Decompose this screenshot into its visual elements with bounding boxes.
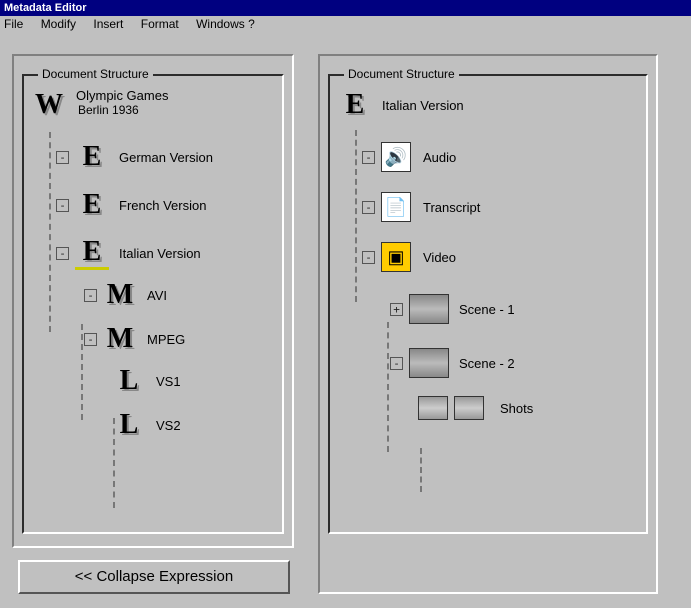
item-label: VS1: [156, 374, 181, 389]
letter-icon-m: M: [103, 322, 137, 356]
toggle-icon[interactable]: -: [390, 357, 403, 370]
left-panel-legend: Document Structure: [38, 67, 153, 81]
menu-insert[interactable]: Insert: [93, 17, 123, 31]
right-panel-inner: Document Structure E Italian Version - 🔊…: [328, 74, 648, 534]
audio-icon: 🔊: [381, 142, 411, 172]
item-label: Transcript: [423, 200, 480, 215]
item-label: Scene - 2: [459, 356, 515, 371]
item-label: Italian Version: [119, 246, 201, 261]
collapse-expression-button[interactable]: << Collapse Expression: [18, 560, 290, 594]
tree-item-scene2[interactable]: - Scene - 2: [390, 348, 638, 378]
collapse-label: << Collapse Expression: [75, 568, 233, 585]
menu-bar: File Modify Insert Format Windows ?: [0, 16, 691, 34]
toggle-icon[interactable]: -: [362, 201, 375, 214]
letter-icon-l: L: [112, 364, 146, 398]
tree-item-mpeg[interactable]: - M MPEG: [84, 322, 274, 356]
tree-item-french[interactable]: - E French Version: [56, 188, 274, 222]
window-titlebar: Metadata Editor: [0, 0, 691, 16]
tree-connector: [49, 132, 51, 332]
toggle-icon[interactable]: -: [362, 251, 375, 264]
video-icon: ▣: [381, 242, 411, 272]
tree-item-audio[interactable]: - 🔊 Audio: [362, 142, 638, 172]
item-label: French Version: [119, 198, 206, 213]
right-panel-legend: Document Structure: [344, 67, 459, 81]
item-label: MPEG: [147, 332, 185, 347]
root-sub: Berlin 1936: [78, 103, 168, 117]
toggle-icon[interactable]: -: [362, 151, 375, 164]
tree-root[interactable]: W Olympic Games Berlin 1936: [32, 88, 274, 122]
left-tree: W Olympic Games Berlin 1936 - E German V…: [32, 88, 274, 442]
item-label: Scene - 1: [459, 302, 515, 317]
tree-connector: [355, 130, 357, 302]
item-label: German Version: [119, 150, 213, 165]
scene-thumbnail-icon: [409, 348, 449, 378]
item-label: Shots: [500, 401, 533, 416]
left-panel-inner: Document Structure W Olympic Games Berli…: [22, 74, 284, 534]
tree-connector: [81, 324, 83, 420]
tree-item-italian[interactable]: - E Italian Version: [56, 236, 274, 270]
item-label: Audio: [423, 150, 456, 165]
window-title: Metadata Editor: [4, 2, 87, 14]
item-label: VS2: [156, 418, 181, 433]
menu-format[interactable]: Format: [141, 17, 179, 31]
toggle-icon[interactable]: +: [390, 303, 403, 316]
tree-item-shots[interactable]: Shots: [418, 396, 638, 420]
toggle-icon[interactable]: -: [56, 247, 69, 260]
letter-icon-e: E: [338, 88, 372, 122]
letter-icon-l: L: [112, 408, 146, 442]
toggle-icon[interactable]: -: [56, 151, 69, 164]
tree-root-right[interactable]: E Italian Version: [338, 88, 638, 122]
letter-icon-e: E: [75, 188, 109, 222]
letter-icon-e: E: [75, 236, 109, 270]
tree-item-scene1[interactable]: + Scene - 1: [390, 294, 638, 324]
menu-windows[interactable]: Windows ?: [196, 17, 255, 31]
toggle-icon[interactable]: -: [84, 333, 97, 346]
root-label: Italian Version: [382, 98, 464, 113]
tree-item-avi[interactable]: - M AVI: [84, 278, 274, 312]
toggle-icon[interactable]: -: [56, 199, 69, 212]
toggle-icon[interactable]: -: [84, 289, 97, 302]
right-tree: E Italian Version - 🔊 Audio - 📄 Transcri…: [338, 88, 638, 420]
menu-file[interactable]: File: [4, 17, 23, 31]
menu-modify[interactable]: Modify: [41, 17, 76, 31]
tree-item-vs2[interactable]: L VS2: [112, 408, 274, 442]
right-panel: Document Structure E Italian Version - 🔊…: [318, 54, 658, 594]
scene-thumbnail-icon: [409, 294, 449, 324]
tree-connector: [420, 448, 422, 492]
tree-item-german[interactable]: - E German Version: [56, 140, 274, 174]
shot-thumbnail-icon: [454, 396, 484, 420]
letter-icon-e: E: [75, 140, 109, 174]
letter-icon-w: W: [32, 88, 66, 122]
item-label: Video: [423, 250, 456, 265]
left-panel: Document Structure W Olympic Games Berli…: [12, 54, 294, 548]
item-label: AVI: [147, 288, 167, 303]
transcript-icon: 📄: [381, 192, 411, 222]
tree-connector: [387, 322, 389, 452]
tree-item-vs1[interactable]: L VS1: [112, 364, 274, 398]
workspace: Document Structure W Olympic Games Berli…: [0, 34, 691, 604]
tree-item-transcript[interactable]: - 📄 Transcript: [362, 192, 638, 222]
root-label: Olympic Games: [76, 88, 168, 103]
tree-item-video[interactable]: - ▣ Video: [362, 242, 638, 272]
shot-thumbnail-icon: [418, 396, 448, 420]
letter-icon-m: M: [103, 278, 137, 312]
